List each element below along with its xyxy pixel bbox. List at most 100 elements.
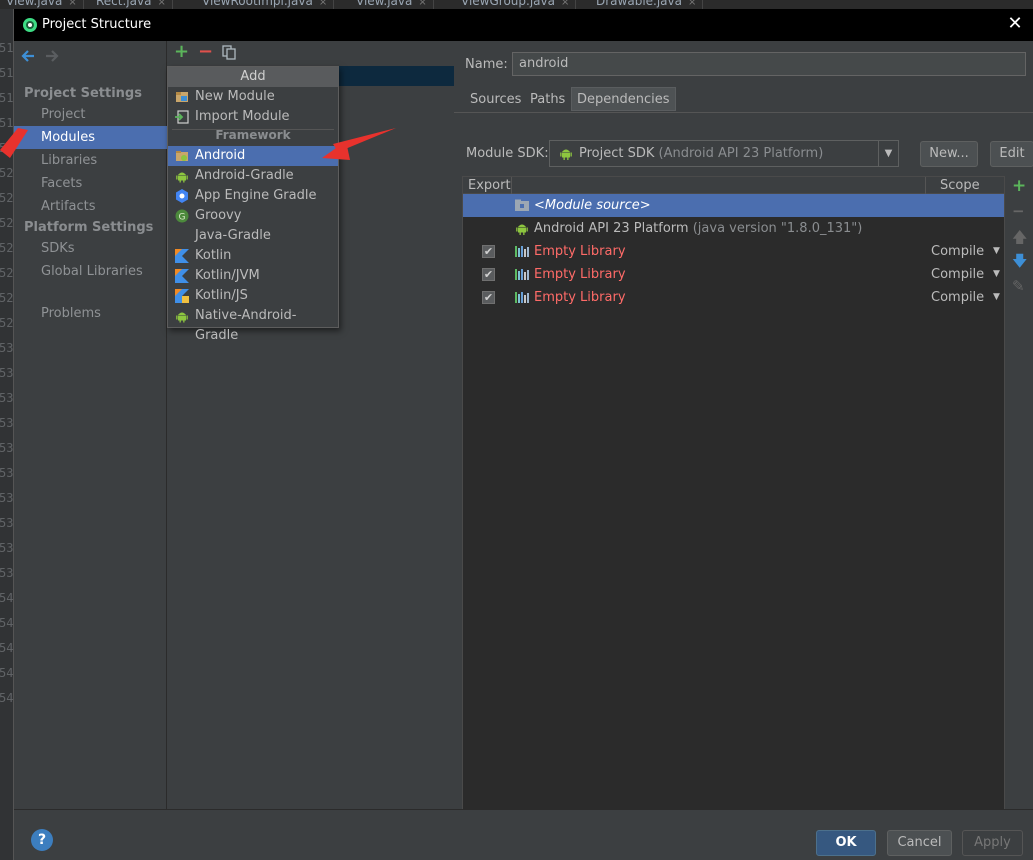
scope-value[interactable]: Compile xyxy=(931,286,984,309)
close-icon[interactable]: × xyxy=(688,0,696,8)
menu-item-label: Java-Gradle xyxy=(195,228,271,243)
tab-sources[interactable]: Sources xyxy=(464,87,527,111)
editor-tab-label: ViewGroup.java xyxy=(461,0,555,8)
line-number: 52 xyxy=(0,166,13,180)
kotlin-js-icon xyxy=(175,289,189,303)
new-module-icon xyxy=(176,92,188,102)
column-header-scope[interactable]: Scope xyxy=(940,177,980,194)
nav-item-facets[interactable]: Facets xyxy=(14,172,167,195)
editor-tab-label: View.java xyxy=(6,0,63,8)
line-number: 54 xyxy=(0,591,13,605)
line-number: 53 xyxy=(0,466,13,480)
nav-item-global-libraries[interactable]: Global Libraries xyxy=(14,260,167,283)
menu-item-new-module[interactable]: New Module xyxy=(168,87,338,107)
nav-item-libraries[interactable]: Libraries xyxy=(14,149,167,172)
chevron-down-icon[interactable]: ▼ xyxy=(993,263,1000,286)
export-checkbox[interactable]: ✔ xyxy=(482,291,495,304)
edit-sdk-button[interactable]: Edit xyxy=(990,141,1033,167)
editor-tab[interactable]: View.java × xyxy=(350,0,434,9)
line-number: 51 xyxy=(0,116,13,130)
nav-item-artifacts[interactable]: Artifacts xyxy=(14,195,167,218)
table-row[interactable]: Android API 23 Platform (java version "1… xyxy=(463,217,1004,240)
android-icon xyxy=(176,172,188,183)
line-number: 54 xyxy=(0,666,13,680)
menu-item-app-engine-gradle[interactable]: App Engine Gradle xyxy=(168,186,338,206)
back-arrow-icon[interactable] xyxy=(21,49,35,63)
ok-button[interactable]: OK xyxy=(816,830,876,856)
copy-icon[interactable] xyxy=(222,45,236,60)
close-icon[interactable]: × xyxy=(157,0,165,8)
arrow-down-icon[interactable]: 🡇 xyxy=(1012,254,1027,269)
dialog-footer: ? OK Cancel Apply xyxy=(14,809,1033,860)
sdk-value: Project SDK (Android API 23 Platform) xyxy=(579,146,823,161)
menu-item-android[interactable]: Android xyxy=(168,146,338,166)
android-folder-icon xyxy=(176,151,188,161)
table-row[interactable]: <Module source> xyxy=(463,194,1004,217)
line-number: 53 xyxy=(0,416,13,430)
module-name-field[interactable]: android xyxy=(512,52,1026,76)
project-settings-header: Project Settings xyxy=(24,86,142,101)
pencil-icon[interactable]: ✎ xyxy=(1012,279,1025,294)
menu-item-label: Kotlin/JS xyxy=(195,288,248,303)
help-button[interactable]: ? xyxy=(31,829,53,851)
tab-dependencies[interactable]: Dependencies xyxy=(571,87,676,111)
editor-tab[interactable]: View.java × xyxy=(0,0,84,9)
sdk-name: Project SDK xyxy=(579,146,655,161)
menu-item-kotlin[interactable]: Kotlin xyxy=(168,246,338,266)
nav-item-modules[interactable]: Modules xyxy=(14,126,167,149)
editor-tab[interactable]: Drawable.java × xyxy=(590,0,704,9)
menu-item-native-android-gradle[interactable]: Native-Android-Gradle xyxy=(168,306,338,343)
nav-item-sdks[interactable]: SDKs xyxy=(14,237,167,260)
arrow-up-icon[interactable]: 🡅 xyxy=(1012,230,1027,245)
chevron-down-icon[interactable]: ▼ xyxy=(993,286,1000,309)
line-number: 51 xyxy=(0,91,13,105)
module-sdk-dropdown[interactable]: Project SDK (Android API 23 Platform) ▼ xyxy=(549,140,899,167)
scope-value[interactable]: Compile xyxy=(931,263,984,286)
editor-tab[interactable]: ViewRootImpl.java × xyxy=(196,0,335,9)
menu-item-import-module[interactable]: Import Module xyxy=(168,107,338,127)
dependency-name: Empty Library xyxy=(534,290,626,305)
close-icon[interactable]: × xyxy=(319,0,327,8)
menu-item-groovy[interactable]: G Groovy xyxy=(168,206,338,226)
chevron-down-icon[interactable]: ▼ xyxy=(993,240,1000,263)
minus-icon[interactable]: − xyxy=(198,42,213,62)
column-header-export[interactable]: Export xyxy=(463,177,512,194)
minus-icon[interactable]: − xyxy=(1012,204,1025,219)
line-number: 51 xyxy=(0,141,13,155)
plus-icon[interactable]: + xyxy=(1012,178,1026,195)
menu-item-android-gradle[interactable]: Android-Gradle xyxy=(168,166,338,186)
table-row[interactable]: ✔ Empty Library Compile ▼ xyxy=(463,263,1004,286)
add-module-popup: Add New Module Import Module Framework A… xyxy=(167,66,339,343)
editor-tab-label: ViewRootImpl.java xyxy=(202,0,313,8)
tab-paths[interactable]: Paths xyxy=(524,87,571,111)
close-icon[interactable]: ✕ xyxy=(1006,15,1024,33)
menu-item-kotlin-jvm[interactable]: Kotlin/JVM xyxy=(168,266,338,286)
export-checkbox[interactable]: ✔ xyxy=(482,245,495,258)
nav-item-problems[interactable]: Problems xyxy=(14,302,167,325)
editor-tab[interactable]: ViewGroup.java × xyxy=(455,0,577,9)
apply-button[interactable]: Apply xyxy=(962,830,1023,856)
column-header-name[interactable] xyxy=(513,177,926,194)
table-row[interactable]: ✔ Empty Library Compile ▼ xyxy=(463,240,1004,263)
forward-arrow-icon[interactable] xyxy=(45,49,59,63)
popup-title: Add xyxy=(168,67,338,87)
cancel-button[interactable]: Cancel xyxy=(887,830,952,856)
editor-tab[interactable]: Rect.java × xyxy=(90,0,173,9)
plus-icon[interactable]: + xyxy=(174,42,189,62)
close-icon[interactable]: × xyxy=(68,0,76,8)
android-studio-icon xyxy=(23,18,37,32)
close-icon[interactable]: × xyxy=(561,0,569,8)
line-number: 53 xyxy=(0,441,13,455)
export-checkbox[interactable]: ✔ xyxy=(482,268,495,281)
nav-item-project[interactable]: Project xyxy=(14,103,167,126)
menu-item-kotlin-js[interactable]: Kotlin/JS xyxy=(168,286,338,306)
menu-item-java-gradle[interactable]: Java-Gradle xyxy=(168,226,338,246)
new-sdk-button[interactable]: New... xyxy=(920,141,978,167)
close-icon[interactable]: × xyxy=(418,0,426,8)
line-number: 53 xyxy=(0,516,13,530)
scope-value[interactable]: Compile xyxy=(931,240,984,263)
module-detail-panel: Name: android Sources Paths Dependencies… xyxy=(454,41,1033,813)
chevron-down-icon[interactable]: ▼ xyxy=(878,141,898,166)
table-row[interactable]: ✔ Empty Library Compile ▼ xyxy=(463,286,1004,309)
table-header: Export Scope xyxy=(463,177,1004,194)
